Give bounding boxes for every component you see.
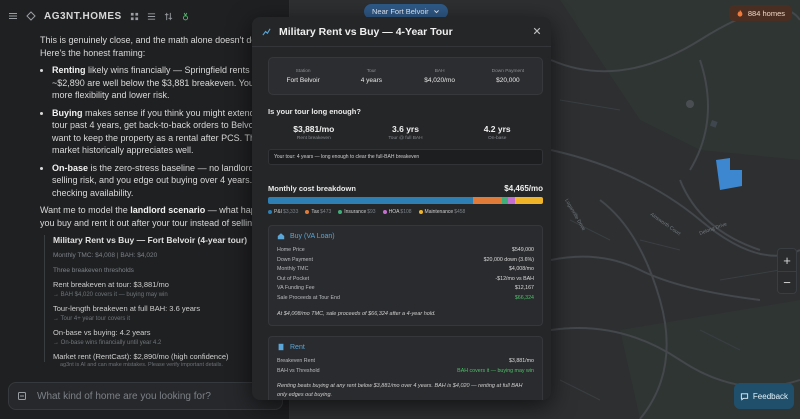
cost-segment-hoa: [508, 197, 515, 204]
list-icon[interactable]: [147, 12, 156, 21]
buy-section-title: Buy (VA Loan): [277, 232, 534, 240]
tool-card-subtitle: Monthly TMC: $4,008 | BAH: $4,020: [53, 252, 158, 259]
rent-summary: Renting beats buying at any rent below $…: [277, 383, 523, 398]
buy-row: Sale Proceeds at Tour End $66,324: [277, 294, 534, 301]
buy-section: Buy (VA Loan) Home Price $549,000 Down Pa…: [268, 225, 543, 327]
buy-row: Home Price $549,000: [277, 247, 534, 253]
tour-summary-card: Station Fort Belvoir Tour 4 years BAH $4,02…: [268, 57, 543, 95]
chart-icon: [262, 27, 271, 36]
summary-bah: BAH $4,020/mo: [424, 68, 455, 84]
tool-card-title: Military Rent vs Buy — Fort Belvoir (4-y…: [53, 235, 248, 245]
tool-card-item: On-base vs buying: 4.2 years → On-base w…: [53, 328, 162, 346]
close-icon: [533, 27, 541, 34]
zoom-out-button[interactable]: −: [778, 271, 796, 293]
rent-vs-buy-modal: Military Rent vs Buy — 4-Year Tour Stati…: [252, 17, 551, 400]
compare-icon[interactable]: [164, 12, 173, 21]
legend-item: P&I$3,333: [268, 209, 298, 215]
legend-item: HOA$108: [382, 209, 412, 215]
ai-disclaimer: ag3nt is AI and can make mistakes. Pleas…: [60, 362, 223, 368]
menu-icon[interactable]: [8, 11, 18, 21]
tour-note: Your tour: 4 years — long enough to clea…: [268, 149, 543, 165]
brand-name: AG3NT.HOMES: [44, 10, 122, 22]
legend-item: Maintenance$458: [418, 209, 465, 215]
chat-input-bar: [8, 382, 283, 410]
chat-input[interactable]: [37, 390, 274, 402]
cost-stacked-bar: [268, 197, 543, 204]
cost-segment-maintenance: [514, 197, 543, 204]
tool-card-item: Rent breakeven at tour: $3,881/mo → BAH …: [53, 280, 169, 298]
rent-row: Breakeven Rent $3,881/mo: [277, 358, 534, 365]
modal-title: Military Rent vs Buy — 4-Year Tour: [279, 25, 453, 38]
homes-count-badge[interactable]: 884 homes: [728, 5, 792, 21]
feedback-button[interactable]: Feedback: [734, 383, 794, 409]
feedback-label: Feedback: [752, 391, 789, 401]
fire-icon: [736, 9, 744, 17]
homes-count-label: 884 homes: [747, 8, 785, 18]
chat-panel: AG3NT.HOMES This is genuinely close, and…: [0, 0, 290, 419]
modal-content[interactable]: Station Fort Belvoir Tour 4 years BAH $4,02…: [252, 47, 551, 400]
cost-legend: P&I$3,333 Tax$473 Insurance$93 HOA$108 Maint…: [268, 209, 543, 215]
breakdown-title: Monthly cost breakdown: [268, 184, 356, 193]
rent-row: BAH vs Threshold BAH covers it — buying m…: [277, 367, 534, 374]
chat-bubble-icon: [740, 392, 749, 401]
close-button[interactable]: [533, 26, 541, 38]
threshold-on-base: 4.2 yrs On-base: [483, 124, 511, 141]
rent-vs-buy-tool-card[interactable]: Military Rent vs Buy — Fort Belvoir (4-y…: [44, 235, 254, 362]
chevron-down-icon: [433, 8, 440, 15]
location-label: Near Fort Belvoir: [372, 7, 429, 16]
tool-card-section: Three breakeven thresholds: [53, 267, 134, 274]
buy-row: Down Payment $20,000 down (3.6%): [277, 256, 534, 263]
buy-row: VA Funding Fee $12,167: [277, 285, 534, 292]
breakdown-header: Monthly cost breakdown $4,465/mo: [268, 184, 543, 193]
tour-question-heading: Is your tour long enough?: [268, 107, 361, 116]
building-icon: [277, 343, 285, 351]
tool-card-item: Market rent (RentCast): $2,890/mo (high …: [53, 352, 229, 361]
summary-down-payment: Down Payment $20,000: [491, 68, 525, 84]
grid-icon[interactable]: [130, 12, 139, 21]
cost-segment-tax: [473, 197, 503, 204]
logo-icon: [26, 11, 36, 21]
buy-summary: At $4,008/mo TMC, sale proceeds of $66,3…: [277, 310, 436, 317]
summary-tour: Tour 4 years: [360, 68, 383, 84]
zoom-controls: + −: [777, 248, 797, 294]
legend-item: Insurance$93: [338, 209, 376, 215]
breakeven-thresholds: $3,881/mo Rent breakeven 3.6 yrs Tour @ fu…: [268, 124, 543, 141]
modal-header: Military Rent vs Buy — 4-Year Tour: [252, 17, 551, 47]
legend-item: Tax$473: [305, 209, 331, 215]
medal-icon[interactable]: [181, 12, 190, 21]
buy-row: Out of Pocket -$12/mo vs BAH: [277, 275, 534, 282]
tool-card-item: Tour-length breakeven at full BAH: 3.6 y…: [53, 304, 201, 322]
house-icon: [277, 232, 285, 240]
zoom-in-button[interactable]: +: [778, 249, 796, 271]
threshold-tour-full-bah: 3.6 yrs Tour @ full BAH: [388, 124, 423, 141]
buy-row: Monthly TMC $4,008/mo: [277, 266, 534, 273]
threshold-rent-breakeven: $3,881/mo Rent breakeven: [293, 124, 335, 141]
attach-icon[interactable]: [17, 391, 27, 401]
summary-station: Station Fort Belvoir: [286, 68, 320, 84]
breakdown-total: $4,465/mo: [504, 184, 543, 193]
rent-section: Rent Breakeven Rent $3,881/mo BAH vs Thre…: [268, 336, 543, 400]
rent-section-title: Rent: [277, 343, 534, 351]
cost-segment-p-i: [268, 197, 474, 204]
chat-toolbar: AG3NT.HOMES: [0, 0, 289, 32]
